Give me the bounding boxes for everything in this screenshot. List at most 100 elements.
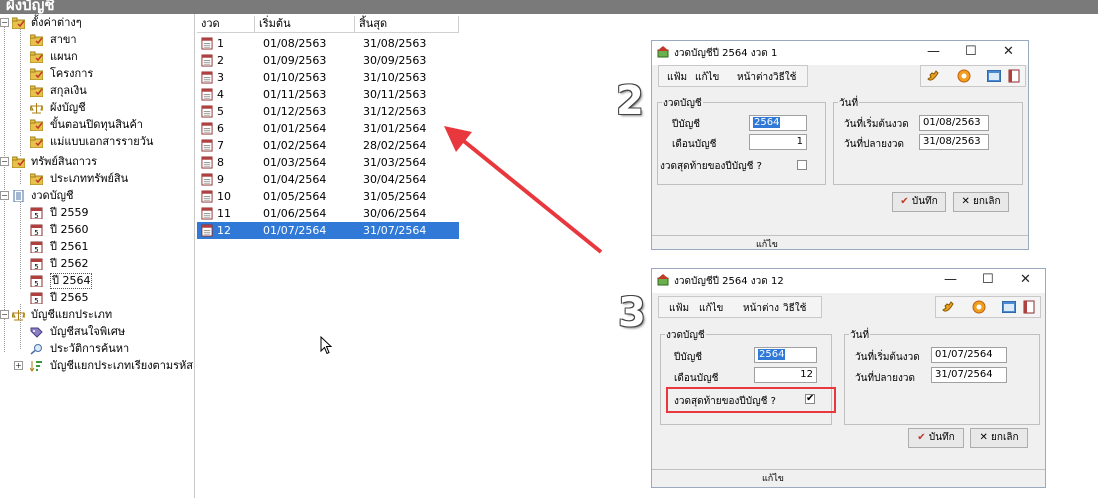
month-field[interactable]: 12 [754,367,817,383]
tree-item-year-2560[interactable]: 5 ปี 2560 [0,222,194,238]
book-icon[interactable] [1007,69,1021,83]
cell-start: 01/06/2564 [263,207,327,220]
status-bar: แก้ไข [652,469,1045,484]
cell-end: 31/10/2563 [363,71,427,84]
end-date-field[interactable]: 31/07/2564 [931,367,1007,383]
table-row[interactable]: 12 01/07/2564 31/07/2564 [197,222,459,239]
calendar-icon [201,54,213,67]
year-field[interactable]: 2564 [754,347,817,363]
menu-help[interactable]: วิธีใช้ [783,301,806,316]
cancel-button[interactable]: ✕ ยกเลิก [953,192,1009,212]
phone-icon[interactable] [941,300,955,314]
cell-end: 30/06/2564 [363,207,427,220]
svg-text:5: 5 [34,263,38,270]
tree-item-accounting-periods[interactable]: − งวดบัญชี [0,188,194,204]
last-period-checkbox[interactable]: ✔ [805,394,815,404]
cell-start: 01/04/2564 [263,173,327,186]
tree-item-branch[interactable]: สาขา [0,32,194,48]
help-icon[interactable] [972,300,986,314]
collapse-toggle-icon[interactable]: − [0,310,9,319]
table-row[interactable]: 10 01/05/2564 31/05/2564 [197,188,459,205]
tree-item-asset-type[interactable]: ประเภททรัพย์สิน [0,171,194,187]
menu-file[interactable]: แฟ้ม [669,301,689,316]
tree-item-general-ledger[interactable]: − บัญชีแยกประเภท [0,307,194,323]
tree-item-department[interactable]: แผนก [0,49,194,65]
maximize-icon[interactable]: ☐ [982,272,994,287]
book-icon[interactable] [1022,300,1036,314]
cell-period: 9 [217,173,224,186]
tree-item-year-2561[interactable]: 5 ปี 2561 [0,239,194,255]
folder-icon [30,51,43,63]
expand-toggle-icon[interactable]: + [14,361,23,370]
table-row[interactable]: 7 01/02/2564 28/02/2564 [197,137,459,154]
cancel-x-icon: ✕ [979,432,988,443]
label-end-date: วันที่ปลายงวด [844,139,904,150]
menu-edit[interactable]: แก้ไข [695,70,719,85]
label-month: เดือนบัญชี [674,373,719,384]
window-icon[interactable] [987,70,1001,82]
table-row[interactable]: 11 01/06/2564 30/06/2564 [197,205,459,222]
tree-item-chart-of-accounts[interactable]: ผังบัญชี [0,100,194,116]
cancel-button[interactable]: ✕ ยกเลิก [970,428,1028,448]
menu-help[interactable]: วิธีใช้ [773,70,796,85]
tree-item-year-2564[interactable]: 5 ปี 2564 [0,273,194,289]
calendar-icon [201,88,213,101]
minimize-icon[interactable]: — [927,44,940,59]
folder-icon [30,34,43,46]
table-row[interactable]: 2 01/09/2563 30/09/2563 [197,52,459,69]
tree-item-settings[interactable]: − ตั้งค่าต่างๆ [0,15,194,31]
maximize-icon[interactable]: ☐ [965,44,977,59]
collapse-toggle-icon[interactable]: − [0,157,9,166]
start-date-field[interactable]: 01/07/2564 [931,347,1007,363]
tree-item-year-2562[interactable]: 5 ปี 2562 [0,256,194,272]
label-end-date: วันที่ปลายงวด [855,373,915,384]
column-header-start[interactable]: เริ่มต้น [255,16,355,32]
tree-item-fixed-assets[interactable]: − ทรัพย์สินถาวร [0,154,194,170]
table-row[interactable]: 4 01/11/2563 30/11/2563 [197,86,459,103]
tree-item-ledger-by-code[interactable]: + บัญชีแยกประเภทเรียงตามรหัส [0,358,194,374]
tree-item-special-interest[interactable]: บัญชีสนใจพิเศษ [0,324,194,340]
collapse-toggle-icon[interactable]: − [0,191,9,200]
save-button[interactable]: ✔ บันทึก [908,428,964,448]
collapse-toggle-icon[interactable]: − [0,18,9,27]
month-field[interactable]: 1 [749,134,807,150]
help-icon[interactable] [957,69,971,83]
table-row[interactable]: 3 01/10/2563 31/10/2563 [197,69,459,86]
close-icon[interactable]: ✕ [1003,44,1014,59]
start-date-field[interactable]: 01/08/2563 [919,115,989,131]
close-icon[interactable]: ✕ [1020,272,1031,287]
tree-item-year-2559[interactable]: 5 ปี 2559 [0,205,194,221]
scale-icon [30,103,43,114]
tree-item-project[interactable]: โครงการ [0,66,194,82]
save-button[interactable]: ✔ บันทึก [892,192,946,212]
label-last-period: งวดสุดท้ายของปีบัญชี ? [660,161,762,172]
menu-window[interactable]: หน้าต่าง [743,301,779,316]
cell-end: 31/01/2564 [363,122,427,135]
table-row[interactable]: 9 01/04/2564 30/04/2564 [197,171,459,188]
tree-item-search-history[interactable]: ประวัติการค้นหา [0,341,194,357]
svg-text:5: 5 [34,297,38,304]
tree-item-cost-close-steps[interactable]: ขั้นตอนปิดทุนสินค้า [0,117,194,133]
column-header-period[interactable]: งวด [197,16,255,32]
phone-icon[interactable] [926,69,940,83]
menu-window[interactable]: หน้าต่าง [737,70,773,85]
table-row[interactable]: 8 01/03/2564 31/03/2564 [197,154,459,171]
table-row[interactable]: 1 01/08/2563 31/08/2563 [197,35,459,52]
column-header-end[interactable]: สิ้นสุด [355,16,459,32]
table-row[interactable]: 6 01/01/2564 31/01/2564 [197,120,459,137]
table-row[interactable]: 5 01/12/2563 31/12/2563 [197,103,459,120]
tree-item-year-2565[interactable]: 5 ปี 2565 [0,290,194,306]
year-field[interactable]: 2564 [749,115,807,131]
last-period-checkbox[interactable] [797,160,807,170]
app-icon [657,274,669,286]
label-year: ปีบัญชี [672,119,701,130]
end-date-field[interactable]: 31/08/2563 [919,134,989,150]
menu-file[interactable]: แฟ้ม [667,70,687,85]
window-icon[interactable] [1002,301,1016,313]
minimize-icon[interactable]: — [944,272,957,287]
app-icon [657,46,669,58]
menu-edit[interactable]: แก้ไข [699,301,723,316]
tree-item-currency[interactable]: สกุลเงิน [0,83,194,99]
status-text: แก้ไข [762,474,784,484]
tree-item-journal-template[interactable]: แม่แบบเอกสารรายวัน [0,134,194,150]
